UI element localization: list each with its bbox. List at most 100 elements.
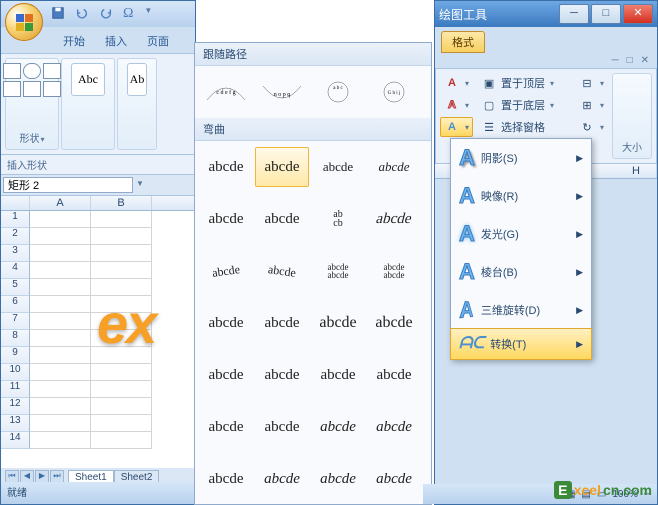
fx-transform[interactable]: ᗩᑕ转换(T)▶: [450, 328, 592, 360]
warp-circle[interactable]: abcdeabcde: [311, 251, 365, 291]
style-abc[interactable]: Abc: [61, 58, 115, 150]
tab-format[interactable]: 格式: [441, 31, 485, 53]
fx-3drotate[interactable]: A三维旋转(D)▶: [451, 291, 591, 329]
transform-icon: ᗩᑕ: [459, 335, 484, 353]
submenu-arrow-icon: ▶: [576, 229, 583, 240]
gallery-header-path: 跟随路径: [195, 43, 431, 66]
shape-picker[interactable]: [3, 63, 61, 97]
text-outline-button[interactable]: A▾: [440, 95, 473, 115]
watermark-text2: cn.com: [603, 482, 652, 498]
save-icon[interactable]: [51, 6, 65, 23]
style-abc2[interactable]: Ab: [117, 58, 157, 150]
rotate-icon: ↻: [579, 119, 595, 135]
mdi-close-icon[interactable]: ✕: [641, 55, 649, 66]
select-all-cell[interactable]: [1, 196, 30, 210]
warp-inflate[interactable]: abcde: [199, 407, 253, 447]
text-fill-button[interactable]: A▾: [440, 73, 473, 93]
office-button[interactable]: [5, 3, 43, 41]
column-headers: A B: [1, 196, 195, 211]
warp-ring-inside[interactable]: abcb: [311, 199, 365, 239]
warp-double-wave1[interactable]: abcde: [311, 355, 365, 395]
warp-fade-right[interactable]: abcde: [367, 459, 421, 499]
align-button[interactable]: ⊟▾: [575, 73, 608, 93]
path-button[interactable]: G h i j: [367, 72, 421, 112]
warp-inflate-bottom[interactable]: abcde: [311, 407, 365, 447]
shape-style-abc2[interactable]: Ab: [127, 63, 148, 96]
shapes-label[interactable]: 形状▾: [19, 128, 44, 145]
tab-page[interactable]: 页面: [139, 31, 177, 53]
submenu-arrow-icon: ▶: [576, 305, 583, 316]
send-back-button[interactable]: ▢置于底层▾: [477, 95, 571, 115]
rotate3d-icon: A: [459, 296, 473, 325]
col-header-h[interactable]: H: [616, 164, 657, 178]
wordart-object[interactable]: ex: [97, 291, 155, 356]
path-arch-down[interactable]: n o p q: [255, 72, 309, 112]
shape-style-abc[interactable]: Abc: [71, 63, 105, 96]
warp-chevron-up[interactable]: abcde: [199, 199, 253, 239]
group-button[interactable]: ⊞▾: [575, 95, 608, 115]
svg-text:c d e f g: c d e f g: [216, 89, 235, 96]
text-outline-icon: A: [444, 97, 460, 113]
symbol-icon[interactable]: Ω: [123, 6, 133, 23]
minimize-button[interactable]: ─: [559, 4, 589, 24]
status-bar-left: 就绪: [1, 482, 195, 504]
gallery-row-1: abcde abcde abcde abcde: [195, 141, 431, 193]
warp-inflate-top[interactable]: abcde: [199, 459, 253, 499]
warp-arch-up[interactable]: abcde: [196, 247, 255, 294]
warp-curve-up[interactable]: abcde: [199, 303, 253, 343]
warp-deflate[interactable]: abcde: [255, 407, 309, 447]
warp-deflate-bottom[interactable]: abcde: [367, 407, 421, 447]
tab-insert[interactable]: 插入: [97, 31, 135, 53]
glow-icon: A: [459, 221, 475, 247]
warp-arch-down[interactable]: abcde: [252, 247, 311, 294]
ribbon-left: 形状▾ Abc Ab: [1, 53, 195, 155]
undo-icon[interactable]: [75, 6, 89, 23]
warp-plain[interactable]: abcde: [199, 147, 253, 187]
tab-start[interactable]: 开始: [55, 31, 93, 53]
submenu-arrow-icon: ▶: [576, 339, 583, 350]
path-arch-up[interactable]: c d e f g: [199, 72, 253, 112]
mdi-min-icon[interactable]: ─: [611, 55, 618, 66]
warp-stop[interactable]: abcde: [255, 147, 309, 187]
warp-wave2[interactable]: abcde: [255, 355, 309, 395]
maximize-button[interactable]: □: [591, 4, 621, 24]
size-label: 大小: [622, 137, 642, 154]
fx-shadow[interactable]: A阴影(S)▶: [451, 139, 591, 177]
name-box[interactable]: [3, 177, 133, 193]
warp-double-wave2[interactable]: abcde: [367, 355, 421, 395]
warp-triangle-up[interactable]: abcde: [311, 147, 365, 187]
col-header-b[interactable]: B: [91, 196, 152, 210]
warp-can-down[interactable]: abcde: [367, 303, 421, 343]
svg-text:a b c: a b c: [333, 86, 343, 91]
size-group[interactable]: 大小: [612, 73, 652, 159]
submenu-arrow-icon: ▶: [576, 191, 583, 202]
warp-deflate-inflate[interactable]: abcde: [311, 459, 365, 499]
bevel-icon: A: [459, 259, 475, 285]
selection-pane-button[interactable]: ☰选择窗格: [477, 117, 571, 137]
bring-front-icon: ▣: [481, 75, 497, 91]
path-circle[interactable]: a b c: [311, 72, 365, 112]
close-button[interactable]: ✕: [623, 4, 653, 24]
selection-pane-icon: ☰: [481, 119, 497, 135]
qat-dropdown-icon[interactable]: ▼: [144, 6, 152, 23]
warp-triangle-down[interactable]: abcde: [367, 147, 421, 187]
gallery-row-path: c d e f g n o p q a b c G h i j: [195, 66, 431, 118]
align-icon: ⊟: [579, 75, 595, 91]
warp-deflate-top[interactable]: abcde: [255, 459, 309, 499]
redo-icon[interactable]: [99, 6, 113, 23]
warp-ring-outside[interactable]: abcde: [362, 199, 427, 239]
text-effects-button[interactable]: A▾: [440, 117, 473, 137]
bring-front-button[interactable]: ▣置于顶层▾: [477, 73, 571, 93]
warp-wave1[interactable]: abcde: [199, 355, 253, 395]
fx-glow[interactable]: A发光(G)▶: [451, 215, 591, 253]
fx-reflect[interactable]: A映像(R)▶: [451, 177, 591, 215]
fx-bevel[interactable]: A棱台(B)▶: [451, 253, 591, 291]
warp-chevron-down[interactable]: abcde: [255, 199, 309, 239]
mdi-restore-icon[interactable]: □: [627, 55, 633, 66]
ribbon-group-label: 插入形状: [1, 155, 195, 175]
warp-curve-down[interactable]: abcde: [255, 303, 309, 343]
warp-can-up[interactable]: abcde: [311, 303, 365, 343]
warp-button[interactable]: abcdeabcde: [367, 251, 421, 291]
col-header-a[interactable]: A: [30, 196, 91, 210]
rotate-button[interactable]: ↻▾: [575, 117, 608, 137]
